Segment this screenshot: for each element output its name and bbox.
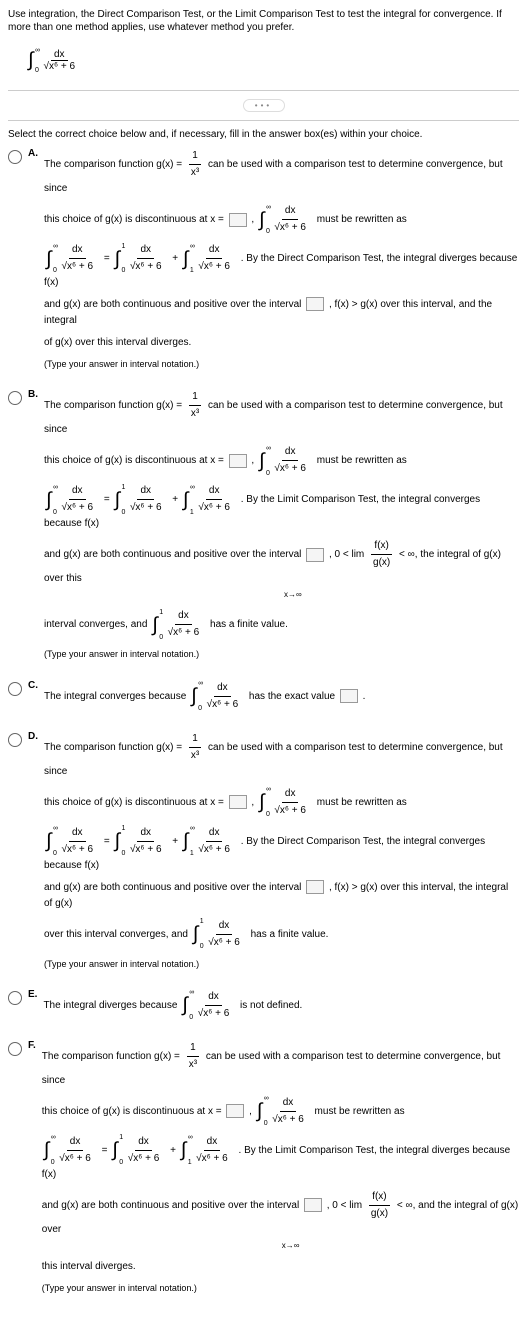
ellipsis-button[interactable]: ••• [243, 99, 285, 112]
radio-e[interactable] [8, 991, 22, 1005]
choice-b: B. The comparison function g(x) = 1x³ ca… [8, 389, 519, 667]
choice-f-body: The comparison function g(x) = 1x³ can b… [42, 1040, 519, 1301]
label-f: F. [28, 1040, 36, 1051]
input-box[interactable] [226, 1104, 244, 1118]
choice-d: D. The comparison function g(x) = 1x³ ca… [8, 731, 519, 977]
radio-f[interactable] [8, 1042, 22, 1056]
select-instruction: Select the correct choice below and, if … [8, 129, 519, 140]
question-text: Use integration, the Direct Comparison T… [8, 8, 519, 34]
input-box[interactable] [229, 213, 247, 227]
input-box[interactable] [306, 548, 324, 562]
choice-d-body: The comparison function g(x) = 1x³ can b… [44, 731, 519, 977]
divider [8, 120, 519, 121]
choice-c-body: The integral converges because ∫∞0dx√x⁶ … [44, 680, 519, 719]
input-box[interactable] [306, 880, 324, 894]
choice-c: C. The integral converges because ∫∞0dx√… [8, 680, 519, 719]
choice-a-body: The comparison function g(x) = 1x³ can b… [44, 148, 519, 377]
radio-d[interactable] [8, 733, 22, 747]
radio-b[interactable] [8, 391, 22, 405]
radio-a[interactable] [8, 150, 22, 164]
choice-e-body: The integral diverges because ∫∞0dx√x⁶ +… [43, 989, 519, 1028]
choice-e: E. The integral diverges because ∫∞0dx√x… [8, 989, 519, 1028]
label-c: C. [28, 680, 38, 691]
input-box[interactable] [229, 795, 247, 809]
divider [8, 90, 519, 91]
label-a: A. [28, 148, 38, 159]
input-box[interactable] [304, 1198, 322, 1212]
label-e: E. [28, 989, 37, 1000]
choice-f: F. The comparison function g(x) = 1x³ ca… [8, 1040, 519, 1301]
main-integral: ∫∞0 dx√x⁶ + 6 [28, 49, 81, 72]
input-box[interactable] [306, 297, 324, 311]
radio-c[interactable] [8, 682, 22, 696]
input-box[interactable] [340, 689, 358, 703]
label-d: D. [28, 731, 38, 742]
input-box[interactable] [229, 454, 247, 468]
choice-b-body: The comparison function g(x) = 1x³ can b… [44, 389, 519, 667]
choice-a: A. The comparison function g(x) = 1x³ ca… [8, 148, 519, 377]
label-b: B. [28, 389, 38, 400]
